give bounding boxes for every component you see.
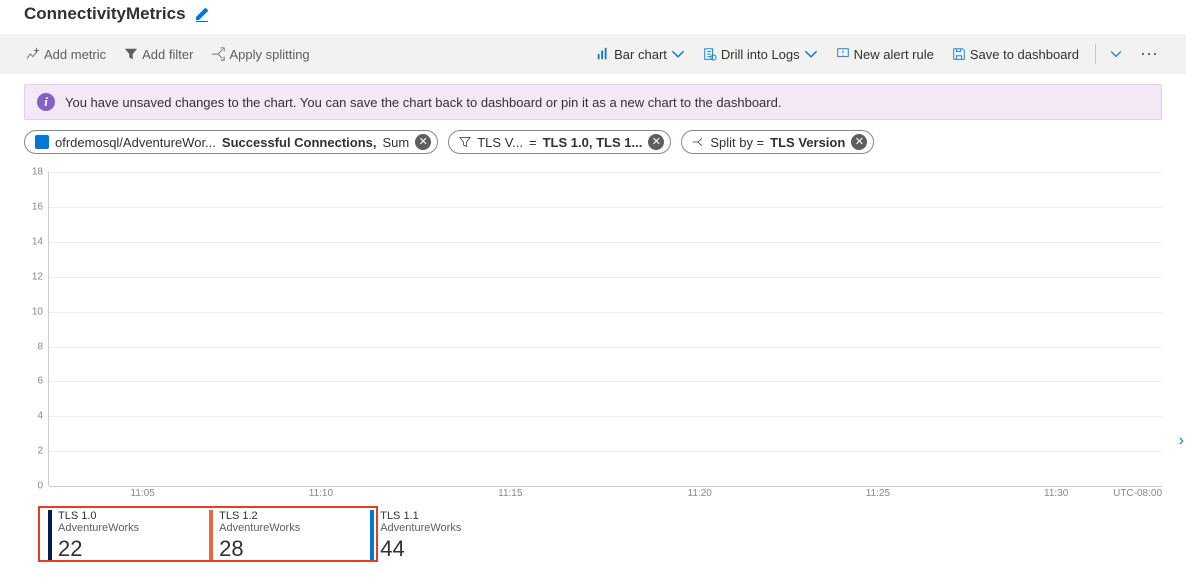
y-tick-label: 18 [21,167,43,178]
add-metric-label: Add metric [44,47,106,62]
legend-series-sub: AdventureWorks [58,522,139,534]
gridline [49,416,1162,417]
new-alert-label: New alert rule [854,47,934,62]
apply-splitting-button[interactable]: Apply splitting [209,45,311,64]
chevron-down-icon [671,47,685,61]
filter-value: TLS 1.0, TLS 1... [543,135,643,150]
legend-series-name: TLS 1.2 [219,510,300,522]
unsaved-changes-banner: i You have unsaved changes to the chart.… [24,84,1162,120]
more-menu[interactable]: ⋯ [1136,45,1162,63]
gridline [49,172,1162,173]
legend-card[interactable]: TLS 1.1AdventureWorks 44 [370,510,461,562]
y-tick-label: 2 [21,446,43,457]
x-tick-label: 11:10 [309,488,333,499]
x-tick-label: 11:15 [498,488,522,499]
split-icon [211,47,225,61]
new-alert-button[interactable]: New alert rule [834,45,936,64]
sql-resource-icon [35,135,49,149]
y-tick-label: 14 [21,236,43,247]
y-tick-label: 12 [21,271,43,282]
filter-pill[interactable]: TLS V... = TLS 1.0, TLS 1... ✕ [448,130,671,154]
chart-plot[interactable]: 024681012141618 [48,172,1162,486]
save-dashboard-label: Save to dashboard [970,47,1079,62]
metric-agg: Sum [383,135,410,150]
apply-splitting-label: Apply splitting [229,47,309,62]
add-filter-label: Add filter [142,47,193,62]
split-pill[interactable]: Split by = TLS Version ✕ [681,130,874,154]
legend-series-value: 28 [219,536,300,562]
metric-scope: ofrdemosql/AdventureWor... [55,135,216,150]
filter-label: TLS V... [477,135,523,150]
separator [1095,44,1096,64]
chart-type-label: Bar chart [614,47,667,62]
y-tick-label: 8 [21,341,43,352]
gridline [49,242,1162,243]
split-icon [692,136,704,148]
filter-eq: = [529,135,537,150]
y-tick-label: 10 [21,306,43,317]
legend-color-bar [48,510,52,562]
banner-text: You have unsaved changes to the chart. Y… [65,95,781,110]
x-tick-label: 11:25 [866,488,890,499]
legend-series-value: 44 [380,536,461,562]
legend-series-sub: AdventureWorks [380,522,461,534]
y-tick-label: 4 [21,411,43,422]
gridline [49,451,1162,452]
x-tick-label: 11:30 [1044,488,1068,499]
legend-series-name: TLS 1.0 [58,510,139,522]
save-dashboard-button[interactable]: Save to dashboard [950,45,1081,64]
drill-logs-button[interactable]: Drill into Logs [701,45,820,64]
metric-pill[interactable]: ofrdemosql/AdventureWor... Successful Co… [24,130,438,154]
x-tick-label: 11:05 [131,488,155,499]
close-icon[interactable]: ✕ [851,134,867,150]
legend-color-bar [370,510,374,562]
legend-card[interactable]: TLS 1.0AdventureWorks 22 [48,510,139,562]
legend-series-sub: AdventureWorks [219,522,300,534]
x-tick-label: 11:20 [688,488,712,499]
gridline [49,381,1162,382]
chevron-down-icon[interactable] [1110,48,1122,60]
legend-color-bar [209,510,213,562]
filter-icon [459,136,471,148]
gridline [49,312,1162,313]
alert-icon [836,47,850,61]
chevron-down-icon [804,47,818,61]
legend-series-name: TLS 1.1 [380,510,461,522]
legend-card[interactable]: TLS 1.2AdventureWorks 28 [209,510,300,562]
chart-type-dropdown[interactable]: Bar chart [594,45,687,64]
timezone-label: UTC-08:00 [1113,488,1162,499]
split-value: TLS Version [770,135,845,150]
scroll-right-icon[interactable]: › [1179,432,1184,450]
chart-area: 024681012141618 UTC-08:00 11:05 11:10 11:1… [24,172,1162,562]
info-icon: i [37,93,55,111]
x-axis: UTC-08:00 11:05 11:10 11:15 11:20 11:25 11:30 [48,486,1162,506]
y-tick-label: 6 [21,376,43,387]
split-label: Split by = [710,135,764,150]
add-metric-icon [26,47,40,61]
add-filter-button[interactable]: Add filter [122,45,195,64]
bar-chart-icon [596,47,610,61]
legend-row: TLS 1.0AdventureWorks22TLS 1.2AdventureW… [48,510,1162,562]
legend-series-value: 22 [58,536,139,562]
y-tick-label: 0 [21,481,43,492]
gridline [49,207,1162,208]
add-metric-button[interactable]: Add metric [24,45,108,64]
metric-name: Successful Connections, [222,135,377,150]
save-icon [952,47,966,61]
close-icon[interactable]: ✕ [648,134,664,150]
drill-logs-label: Drill into Logs [721,47,800,62]
logs-icon [703,47,717,61]
chart-toolbar: Add metric Add filter Apply splitting Ba… [0,34,1186,74]
y-tick-label: 16 [21,201,43,212]
gridline [49,347,1162,348]
gridline [49,277,1162,278]
edit-icon[interactable] [194,6,210,22]
close-icon[interactable]: ✕ [415,134,431,150]
page-title: ConnectivityMetrics [24,4,186,24]
filter-icon [124,47,138,61]
